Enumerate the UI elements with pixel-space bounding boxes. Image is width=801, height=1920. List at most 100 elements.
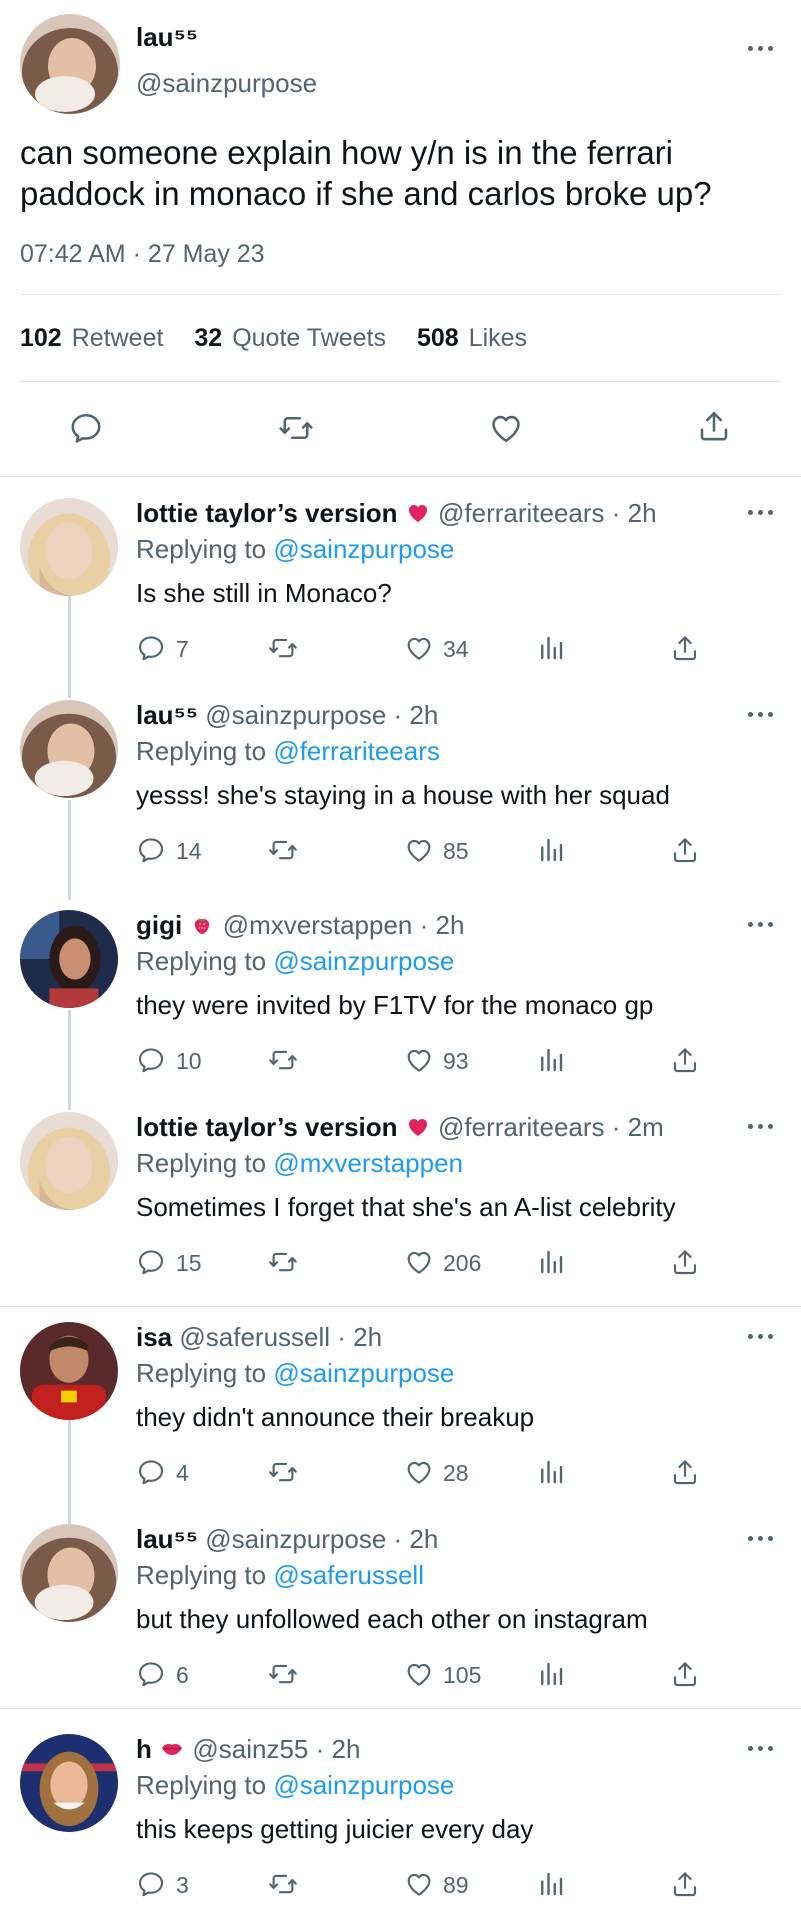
reply-icon[interactable] <box>68 410 104 446</box>
like-icon[interactable] <box>488 410 524 446</box>
retweet-icon[interactable] <box>278 410 314 446</box>
more-options-icon[interactable] <box>748 1536 774 1544</box>
reply-icon[interactable] <box>136 1869 166 1899</box>
retweet-icon[interactable] <box>268 1045 298 1075</box>
avatar[interactable] <box>20 14 120 114</box>
views-icon[interactable] <box>536 1869 566 1899</box>
reply-time[interactable]: · 2h <box>420 910 465 940</box>
tweet-text-line: can someone explain how y/n is in the fe… <box>20 134 674 171</box>
views-icon[interactable] <box>536 633 566 663</box>
reply-tweet[interactable]: h @sainz55 · 2h Replying to @sainzpurpos… <box>0 1734 801 1914</box>
reply-tweet[interactable]: lau⁵⁵ @sainzpurpose · 2h Replying to @sa… <box>0 1524 801 1694</box>
author-name[interactable]: gigi <box>136 910 182 940</box>
retweet-stat[interactable]: 102 Retweet <box>20 324 163 352</box>
share-icon[interactable] <box>670 1045 700 1075</box>
replying-to-link[interactable]: @ferrariteears <box>273 736 440 766</box>
avatar[interactable] <box>20 1524 118 1622</box>
share-icon[interactable] <box>696 408 732 444</box>
more-options-icon[interactable] <box>748 1746 774 1754</box>
reply-time[interactable]: · 2h <box>337 1322 382 1352</box>
tweet-timestamp[interactable]: 07:42 AM · 27 May 23 <box>20 240 265 269</box>
reply-time[interactable]: · 2h <box>394 1524 439 1554</box>
reply-time[interactable]: · 2m <box>612 1112 664 1142</box>
avatar[interactable] <box>20 498 118 596</box>
reply-tweet[interactable]: lottie taylor’s version @ferrariteears ·… <box>0 498 801 668</box>
replying-to-link[interactable]: @mxverstappen <box>273 1148 463 1178</box>
views-icon[interactable] <box>536 1045 566 1075</box>
like-icon[interactable] <box>404 1869 434 1899</box>
views-icon[interactable] <box>536 1457 566 1487</box>
replying-to-link[interactable]: @sainzpurpose <box>273 534 454 564</box>
reply-icon[interactable] <box>136 1659 166 1689</box>
views-icon[interactable] <box>536 1247 566 1277</box>
more-options-icon[interactable] <box>748 1334 774 1342</box>
author-handle[interactable]: @sainzpurpose <box>205 1524 386 1554</box>
author-handle[interactable]: @sainzpurpose <box>136 68 317 99</box>
retweet-icon[interactable] <box>268 1659 298 1689</box>
author-name[interactable]: lau⁵⁵ <box>136 700 198 730</box>
author-name[interactable]: isa <box>136 1322 172 1352</box>
share-icon[interactable] <box>670 1457 700 1487</box>
likes-stat[interactable]: 508 Likes <box>417 324 527 352</box>
reply-icon[interactable] <box>136 633 166 663</box>
more-options-icon[interactable] <box>748 922 774 930</box>
avatar[interactable] <box>20 1112 118 1210</box>
author-name[interactable]: h <box>136 1734 152 1764</box>
author-handle[interactable]: @saferussell <box>179 1322 330 1352</box>
like-icon[interactable] <box>404 1457 434 1487</box>
red-heart-icon <box>405 1115 431 1139</box>
retweet-icon[interactable] <box>268 1247 298 1277</box>
like-icon[interactable] <box>404 1659 434 1689</box>
reply-tweet[interactable]: gigi @mxverstappen · 2h Replying to @sai… <box>0 910 801 1080</box>
author-handle[interactable]: @sainzpurpose <box>205 700 386 730</box>
retweet-icon[interactable] <box>268 1457 298 1487</box>
quote-stat[interactable]: 32 Quote Tweets <box>194 324 386 352</box>
reply-icon[interactable] <box>136 835 166 865</box>
author-name[interactable]: lau⁵⁵ <box>136 22 198 53</box>
reply-actions: 15 206 <box>136 1247 716 1281</box>
share-icon[interactable] <box>670 1869 700 1899</box>
share-icon[interactable] <box>670 1659 700 1689</box>
author-name[interactable]: lau⁵⁵ <box>136 1524 198 1554</box>
like-icon[interactable] <box>404 633 434 663</box>
more-options-icon[interactable] <box>748 46 774 54</box>
reply-tweet[interactable]: lau⁵⁵ @sainzpurpose · 2h Replying to @fe… <box>0 700 801 870</box>
like-icon[interactable] <box>404 1247 434 1277</box>
reply-icon[interactable] <box>136 1045 166 1075</box>
author-name[interactable]: lottie taylor’s version <box>136 1112 398 1142</box>
views-icon[interactable] <box>536 835 566 865</box>
more-options-icon[interactable] <box>748 1124 774 1132</box>
replying-to-link[interactable]: @sainzpurpose <box>273 946 454 976</box>
author-handle[interactable]: @sainz55 <box>192 1734 308 1764</box>
author-handle[interactable]: @ferrariteears <box>438 498 605 528</box>
share-icon[interactable] <box>670 633 700 663</box>
reply-time[interactable]: · 2h <box>316 1734 361 1764</box>
reply-icon[interactable] <box>136 1457 166 1487</box>
reply-tweet[interactable]: lottie taylor’s version @ferrariteears ·… <box>0 1112 801 1282</box>
like-icon[interactable] <box>404 1045 434 1075</box>
avatar[interactable] <box>20 1734 118 1832</box>
replying-to-link[interactable]: @sainzpurpose <box>273 1358 454 1388</box>
reply-icon[interactable] <box>136 1247 166 1277</box>
replying-to-link[interactable]: @saferussell <box>273 1560 424 1590</box>
avatar[interactable] <box>20 700 118 798</box>
reply-tweet[interactable]: isa @saferussell · 2h Replying to @sainz… <box>0 1322 801 1492</box>
reply-time[interactable]: · 2h <box>394 700 439 730</box>
more-options-icon[interactable] <box>748 712 774 720</box>
avatar[interactable] <box>20 1322 118 1420</box>
retweet-icon[interactable] <box>268 835 298 865</box>
share-icon[interactable] <box>670 1247 700 1277</box>
author-handle[interactable]: @ferrariteears <box>438 1112 605 1142</box>
author-handle[interactable]: @mxverstappen <box>223 910 413 940</box>
retweet-icon[interactable] <box>268 633 298 663</box>
like-icon[interactable] <box>404 835 434 865</box>
avatar[interactable] <box>20 910 118 1008</box>
reply-time[interactable]: · 2h <box>612 498 657 528</box>
author-name[interactable]: lottie taylor’s version <box>136 498 398 528</box>
retweet-icon[interactable] <box>268 1869 298 1899</box>
replying-to-link[interactable]: @sainzpurpose <box>273 1770 454 1800</box>
reply-actions: 3 89 <box>136 1869 716 1903</box>
views-icon[interactable] <box>536 1659 566 1689</box>
share-icon[interactable] <box>670 835 700 865</box>
more-options-icon[interactable] <box>748 510 774 518</box>
